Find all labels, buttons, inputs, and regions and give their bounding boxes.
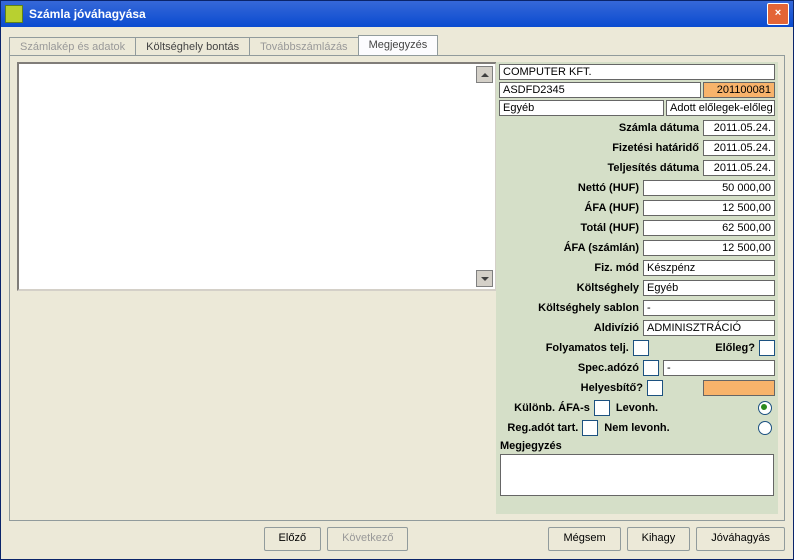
val-afa-szamlan: 12 500,00 (643, 240, 775, 256)
megjegyzes-textarea[interactable] (500, 454, 774, 496)
tab-tovabbszamlazas[interactable]: Továbbszámlázás (249, 37, 358, 56)
close-icon[interactable]: × (767, 3, 789, 25)
lbl-afa-szamlan: ÁFA (számlán) (496, 242, 643, 254)
category-field: Egyéb (499, 100, 664, 116)
lbl-folyamatos: Folyamatos telj. (496, 342, 633, 354)
lbl-fizetesi-hatarido: Fizetési határidő (496, 142, 703, 154)
scroll-up-icon[interactable] (476, 66, 493, 83)
chk-reg-adot[interactable] (582, 420, 598, 436)
lbl-reg-adot: Reg.adót tart. (496, 422, 582, 434)
val-aldivizio: ADMINISZTRÁCIÓ (643, 320, 775, 336)
val-fizetesi-hatarido: 2011.05.24. (703, 140, 775, 156)
lbl-levonh: Levonh. (610, 402, 664, 414)
tab-panel: COMPUTER KFT. ASDFD2345 201100081 Egyéb … (9, 55, 785, 521)
chk-helyesbito[interactable] (647, 380, 663, 396)
lbl-afa: ÁFA (HUF) (496, 202, 643, 214)
code-field: 201100081 (703, 82, 775, 98)
tab-strip: Számlakép és adatok Költséghely bontás T… (9, 33, 791, 55)
jovahagyas-button[interactable]: Jóváhagyás (696, 527, 785, 551)
lbl-fiz-mod: Fiz. mód (496, 262, 643, 274)
tab-szamlakep[interactable]: Számlakép és adatok (9, 37, 136, 56)
val-total: 62 500,00 (643, 220, 775, 236)
val-koltseghely: Egyéb (643, 280, 775, 296)
lbl-spec-adozo: Spec.adózó (496, 362, 643, 374)
lbl-teljesites-datuma: Teljesítés dátuma (496, 162, 703, 174)
radio-nem-levonh[interactable] (758, 421, 772, 435)
lbl-megjegyzes: Megjegyzés (496, 438, 778, 454)
dialog-window: Számla jóváhagyása × Számlakép és adatok… (0, 0, 794, 560)
kovetkezo-button[interactable]: Következő (327, 527, 408, 551)
lbl-eloleg: Előleg? (715, 342, 759, 354)
lbl-helyesbito: Helyesbítő? (496, 382, 647, 394)
lbl-koltseghely-sablon: Költséghely sablon (496, 302, 643, 314)
val-szamla-datuma: 2011.05.24. (703, 120, 775, 136)
scroll-down-icon[interactable] (476, 270, 493, 287)
chk-folyamatos[interactable] (633, 340, 649, 356)
elozo-button[interactable]: Előző (264, 527, 322, 551)
company-field: COMPUTER KFT. (499, 64, 775, 80)
val-netto: 50 000,00 (643, 180, 775, 196)
tab-megjegyzes[interactable]: Megjegyzés (358, 35, 439, 55)
details-panel: COMPUTER KFT. ASDFD2345 201100081 Egyéb … (496, 62, 778, 514)
tab-koltseghely[interactable]: Költséghely bontás (135, 37, 250, 56)
val-afa: 12 500,00 (643, 200, 775, 216)
title-bar: Számla jóváhagyása × (1, 1, 793, 27)
chk-kulonb-afa[interactable] (594, 400, 610, 416)
lbl-koltseghely: Költséghely (496, 282, 643, 294)
val-koltseghely-sablon: - (643, 300, 775, 316)
val-spec-adozo: - (663, 360, 775, 376)
lbl-aldivizio: Aldivízió (496, 322, 643, 334)
footer-bar: Előző Következő Mégsem Kihagy Jóváhagyás (9, 527, 785, 551)
lbl-kulonb-afa: Különb. ÁFA-s (496, 402, 594, 414)
window-title: Számla jóváhagyása (29, 7, 767, 21)
lbl-total: Totál (HUF) (496, 222, 643, 234)
val-helyesbito (703, 380, 775, 396)
note-field: Adott előlegek-előleg be (666, 100, 775, 116)
radio-levonh[interactable] (758, 401, 772, 415)
lbl-nem-levonh: Nem levonh. (598, 422, 675, 434)
val-fiz-mod: Készpénz (643, 260, 775, 276)
notes-textarea[interactable] (17, 62, 497, 291)
ref-field: ASDFD2345 (499, 82, 701, 98)
megsem-button[interactable]: Mégsem (548, 527, 620, 551)
lbl-netto: Nettó (HUF) (496, 182, 643, 194)
app-icon (5, 5, 23, 23)
chk-eloleg[interactable] (759, 340, 775, 356)
val-teljesites-datuma: 2011.05.24. (703, 160, 775, 176)
lbl-szamla-datuma: Számla dátuma (496, 122, 703, 134)
chk-spec-adozo[interactable] (643, 360, 659, 376)
kihagy-button[interactable]: Kihagy (627, 527, 691, 551)
